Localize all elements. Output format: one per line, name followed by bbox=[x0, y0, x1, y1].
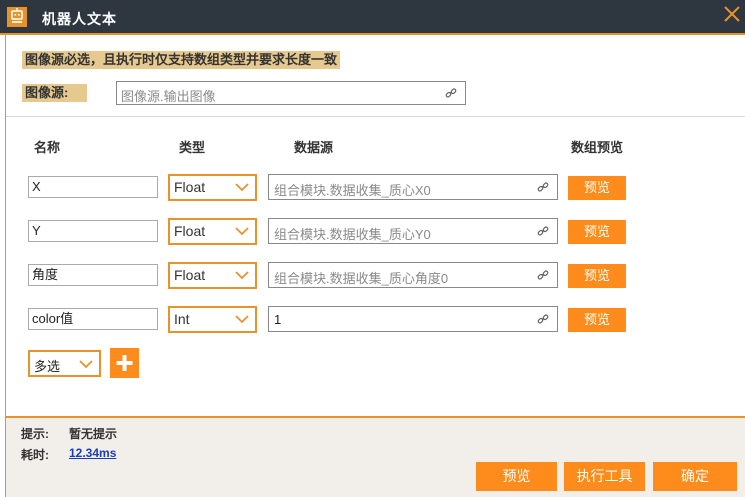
image-source-placeholder: 图像源.输出图像 bbox=[121, 89, 216, 104]
row-type-value: Int bbox=[174, 311, 190, 327]
column-header-type: 类型 bbox=[179, 140, 206, 155]
row-datasource-value: 组合模块.数据收集_质心角度0 bbox=[274, 271, 449, 286]
row-datasource-input[interactable]: 组合模块.数据收集_质心Y0 bbox=[268, 218, 558, 244]
row-type-value: Float bbox=[174, 223, 206, 239]
title-bar: 机器人文本 bbox=[0, 0, 745, 35]
column-header-preview: 数组预览 bbox=[571, 140, 624, 155]
close-icon[interactable] bbox=[721, 3, 743, 25]
image-source-label: 图像源: bbox=[22, 84, 87, 102]
row-datasource-value: 1 bbox=[274, 312, 282, 327]
link-icon[interactable] bbox=[537, 181, 549, 193]
time-label: 耗时: bbox=[21, 448, 49, 462]
chevron-down-icon bbox=[235, 315, 249, 324]
requirement-note: 图像源必选，且执行时仅支持数组类型并要求长度一致 bbox=[22, 51, 341, 69]
section-divider bbox=[6, 116, 745, 117]
row-datasource-value: 组合模块.数据收集_质心X0 bbox=[274, 183, 431, 198]
row-preview-button[interactable]: 预览 bbox=[568, 308, 626, 332]
row-preview-button[interactable]: 预览 bbox=[568, 264, 626, 288]
link-icon[interactable] bbox=[537, 225, 549, 237]
multi-select-dropdown[interactable]: 多选 bbox=[28, 350, 101, 377]
row-type-value: Float bbox=[174, 179, 206, 195]
row-name-input[interactable]: Y bbox=[28, 220, 158, 242]
link-icon[interactable] bbox=[445, 87, 457, 99]
row-type-select[interactable]: Float bbox=[168, 262, 257, 289]
status-footer: 提示: 暂无提示 耗时: 12.34ms 预览 执行工具 确定 bbox=[6, 416, 745, 497]
image-source-input[interactable]: 图像源.输出图像 bbox=[116, 81, 466, 105]
multi-select-value: 多选 bbox=[34, 359, 61, 374]
row-datasource-input[interactable]: 1 bbox=[268, 306, 558, 332]
chevron-down-icon bbox=[235, 183, 249, 192]
column-header-datasource: 数据源 bbox=[294, 140, 334, 155]
execute-tool-button[interactable]: 执行工具 bbox=[564, 462, 645, 491]
window-title: 机器人文本 bbox=[42, 11, 117, 27]
row-name-input[interactable]: color值 bbox=[28, 308, 158, 330]
link-icon[interactable] bbox=[537, 269, 549, 281]
confirm-button[interactable]: 确定 bbox=[653, 462, 737, 491]
row-type-select[interactable]: Float bbox=[168, 174, 257, 201]
row-datasource-value: 组合模块.数据收集_质心Y0 bbox=[274, 227, 431, 242]
add-row-button[interactable] bbox=[110, 348, 139, 378]
row-datasource-input[interactable]: 组合模块.数据收集_质心角度0 bbox=[268, 262, 558, 288]
time-value-link[interactable]: 12.34ms bbox=[69, 446, 116, 460]
chevron-down-icon bbox=[235, 271, 249, 280]
preview-button[interactable]: 预览 bbox=[476, 462, 557, 491]
row-preview-button[interactable]: 预览 bbox=[568, 220, 626, 244]
chevron-down-icon bbox=[235, 227, 249, 236]
row-preview-button[interactable]: 预览 bbox=[568, 176, 626, 200]
plus-icon bbox=[116, 355, 133, 371]
row-name-input[interactable]: X bbox=[28, 176, 158, 198]
chevron-down-icon bbox=[79, 360, 93, 369]
robot-logo-icon bbox=[7, 7, 27, 27]
row-datasource-input[interactable]: 组合模块.数据收集_质心X0 bbox=[268, 174, 558, 200]
hint-label: 提示: bbox=[21, 427, 49, 441]
row-type-select[interactable]: Int bbox=[168, 306, 257, 333]
link-icon[interactable] bbox=[537, 313, 549, 325]
hint-value: 暂无提示 bbox=[69, 427, 118, 441]
row-type-value: Float bbox=[174, 267, 206, 283]
row-type-select[interactable]: Float bbox=[168, 218, 257, 245]
column-header-name: 名称 bbox=[34, 140, 61, 155]
row-name-input[interactable]: 角度 bbox=[28, 264, 158, 286]
